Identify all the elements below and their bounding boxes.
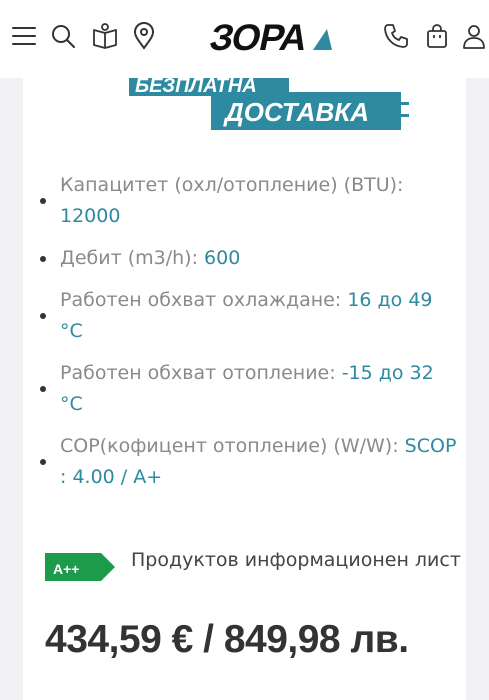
spec-item-cooling-range: Работен обхват охлаждане: 16 до 49 °C <box>40 285 460 347</box>
bullet-icon <box>40 386 46 392</box>
spec-label: COP(кофицент отопление) (W/W): <box>60 435 399 457</box>
site-header: ЗОРА <box>0 0 489 78</box>
menu-icon[interactable] <box>10 22 38 50</box>
search-icon[interactable] <box>49 22 77 50</box>
spec-label: Капацитет (охл/отопление) (BTU): <box>60 174 404 196</box>
bullet-icon <box>40 198 46 204</box>
banner-line-2: ДОСТАВКА <box>225 97 369 127</box>
phone-icon[interactable] <box>382 22 410 50</box>
bullet-icon <box>40 313 46 319</box>
spec-label: Работен обхват отопление: <box>60 362 336 384</box>
spec-label: Работен обхват охлаждане: <box>60 289 342 311</box>
spec-item-airflow: Дебит (m3/h): 600 <box>40 243 460 274</box>
energy-class-label: A++ <box>53 561 80 577</box>
bullet-icon <box>40 255 46 262</box>
cart-bag-icon[interactable] <box>423 22 451 50</box>
spec-item-heating-range: Работен обхват отопление: -15 до 32 °C <box>40 358 460 420</box>
catalog-book-icon[interactable] <box>91 22 119 50</box>
spec-label: Дебит (m3/h): <box>60 247 198 269</box>
spec-item-cop: COP(кофицент отопление) (W/W): SCOP : 4.… <box>40 431 460 493</box>
product-details-card: БЕЗПЛАТНА ДОСТАВКА Капацитет (охл/отопле… <box>23 74 466 700</box>
user-icon[interactable] <box>460 22 488 50</box>
bullet-icon <box>40 459 46 465</box>
spec-list: Капацитет (охл/отопление) (BTU): 12000 Д… <box>40 170 460 504</box>
location-pin-icon[interactable] <box>130 22 158 50</box>
logo-text: ЗОРА <box>206 17 311 57</box>
product-info-sheet-link[interactable]: Продуктов информационен лист <box>131 545 461 576</box>
product-price: 434,59 € / 849,98 лв. <box>45 618 409 661</box>
spec-value: 600 <box>204 247 241 269</box>
free-delivery-banner: БЕЗПЛАТНА ДОСТАВКА <box>129 74 409 136</box>
spec-value: 12000 <box>60 205 121 227</box>
zora-logo[interactable]: ЗОРА <box>205 17 337 57</box>
spec-item-capacity: Капацитет (охл/отопление) (BTU): 12000 <box>40 170 460 232</box>
